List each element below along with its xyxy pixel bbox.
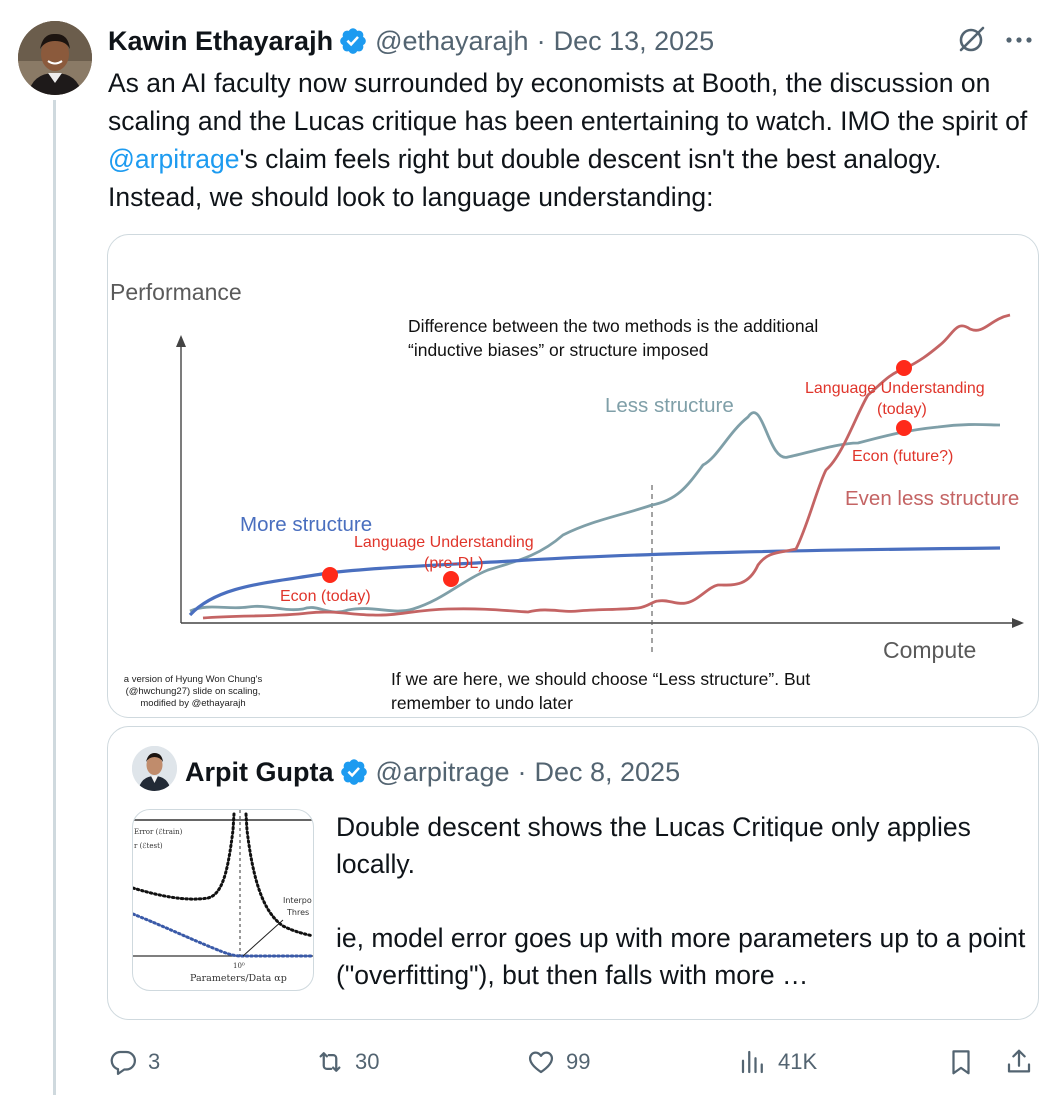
thumb-annotation-2: Thres	[286, 908, 309, 917]
lang-predl-label-1: Language Understanding	[354, 534, 534, 551]
like-count: 99	[566, 1049, 591, 1074]
econ-future-label: Econ (future?)	[852, 448, 953, 465]
share-button[interactable]	[1004, 1040, 1034, 1084]
more-icon[interactable]	[1003, 26, 1035, 54]
y-axis-label: Performance	[110, 279, 242, 305]
x-axis-label: Compute	[883, 637, 976, 663]
credit-line2: (@hwchung27) slide on scaling,	[126, 686, 261, 697]
econ-future-marker	[896, 420, 912, 436]
quoted-author-display-name[interactable]: Arpit Gupta	[185, 757, 334, 788]
credit-line1: a version of Hyung Won Chung's	[124, 674, 263, 685]
views-icon	[741, 1050, 763, 1074]
tweet-header: Kawin Ethayarajh @ethayarajh · Dec 13, 2…	[108, 24, 714, 58]
thumb-xlabel: Parameters/Data αp	[190, 973, 287, 984]
share-icon	[1007, 1049, 1031, 1073]
lang-today-label-1: Language Understanding	[805, 380, 985, 397]
views-count: 41K	[778, 1049, 818, 1074]
reply-icon	[110, 1050, 136, 1075]
thumb-annotation-1: Interpo	[283, 896, 312, 905]
grok-icon[interactable]	[955, 24, 987, 56]
y-axis-arrow	[176, 335, 186, 347]
econ-today-label: Econ (today)	[280, 588, 371, 605]
tweet-text-part-1: As an AI faculty now surrounded by econo…	[108, 68, 1035, 136]
reply-button[interactable]: 3	[108, 1040, 160, 1084]
like-icon	[528, 1051, 554, 1074]
thumb-tick: 10⁰	[233, 962, 245, 970]
verified-badge-icon	[340, 28, 366, 54]
quoted-author-handle[interactable]: @arpitrage	[376, 757, 510, 788]
more-structure-label: More structure	[240, 513, 372, 536]
repost-icon	[319, 1052, 341, 1072]
reply-count: 3	[148, 1049, 161, 1074]
mention-link[interactable]: @arpitrage	[108, 144, 240, 174]
credit-line3: modified by @ethayarajh	[140, 698, 245, 709]
bookmark-button[interactable]	[946, 1040, 976, 1084]
less-structure-label: Less structure	[605, 394, 734, 417]
quoted-tweet-thumbnail[interactable]: Error (ℰtrain) r (ℰtest) Interpo Thres 1…	[132, 809, 314, 991]
tweet-text: As an AI faculty now surrounded by econo…	[108, 64, 1028, 216]
bookmark-icon	[952, 1050, 970, 1075]
lang-today-marker	[896, 360, 912, 376]
bottom-note-line2: remember to undo later	[391, 693, 573, 713]
thumb-legend-1: Error (ℰtrain)	[134, 828, 183, 836]
author-display-name[interactable]: Kawin Ethayarajh	[108, 26, 333, 57]
tweet-media-image[interactable]: Performance Compute Difference between t…	[107, 234, 1039, 718]
author-handle[interactable]: @ethayarajh	[375, 26, 529, 57]
views-button[interactable]: 41K	[738, 1040, 817, 1084]
thumb-annotation-arrow	[242, 919, 284, 957]
thumb-train-curve	[133, 912, 313, 958]
quoted-tweet-header: Arpit Gupta @arpitrage · Dec 8, 2025	[185, 755, 680, 789]
author-avatar[interactable]	[18, 21, 92, 95]
bottom-note-line1: If we are here, we should choose “Less s…	[391, 669, 810, 689]
thread-connector-line	[53, 100, 56, 1095]
top-note-line1: Difference between the two methods is th…	[408, 316, 818, 336]
thumb-legend-2: r (ℰtest)	[134, 842, 163, 850]
lang-predl-marker	[443, 571, 459, 587]
x-axis-arrow	[1012, 618, 1024, 628]
quoted-author-avatar[interactable]	[132, 746, 177, 791]
lang-predl-label-2: (pre-DL)	[424, 555, 484, 572]
quoted-text-para-1: Double descent shows the Lucas Critique …	[336, 812, 979, 879]
repost-button[interactable]: 30	[315, 1040, 379, 1084]
even-less-structure-label: Even less structure	[845, 487, 1019, 510]
tweet-date[interactable]: Dec 13, 2025	[554, 26, 715, 57]
verified-badge-icon	[340, 759, 367, 785]
repost-count: 30	[355, 1049, 380, 1074]
quoted-tweet[interactable]: Arpit Gupta @arpitrage · Dec 8, 2025 Err…	[107, 726, 1039, 1020]
lang-today-label-2: (today)	[877, 401, 927, 418]
header-separator: ·	[536, 25, 546, 56]
econ-today-marker	[322, 567, 338, 583]
quoted-tweet-text: Double descent shows the Lucas Critique …	[336, 809, 1026, 994]
quoted-text-para-2: ie, model error goes up with more parame…	[336, 923, 1033, 990]
action-bar: 3 30 99 41K	[108, 1040, 1038, 1084]
quoted-header-separator: ·	[517, 756, 527, 787]
like-button[interactable]: 99	[526, 1040, 590, 1084]
top-note-line2: “inductive biases” or structure imposed	[408, 340, 709, 360]
quoted-tweet-date[interactable]: Dec 8, 2025	[534, 757, 680, 788]
